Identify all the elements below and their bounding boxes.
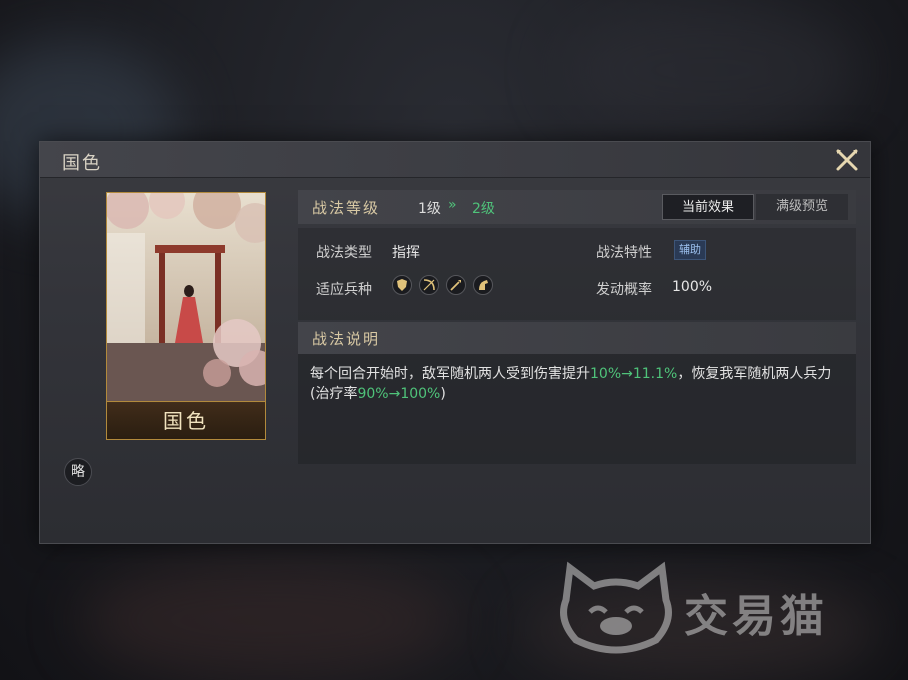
tab-max-preview[interactable]: 满级预览 (756, 194, 848, 220)
level-label: 战法等级 (312, 199, 381, 217)
horse-icon (473, 274, 493, 295)
troop-icons (392, 274, 500, 298)
type-label: 战法类型 (316, 245, 372, 261)
card-name: 国色 (107, 401, 265, 439)
level-current: 1级 (418, 201, 441, 217)
info-panel: 战法类型 指挥 战法特性 辅助 适应兵种 发动概率 100% (298, 228, 856, 320)
cat-logo-icon (560, 561, 672, 654)
shield-icon (392, 274, 412, 295)
description-title: 战法说明 (312, 330, 381, 348)
strategy-badge: 略 (64, 458, 92, 486)
watermark-text: 交易猫 (684, 591, 828, 642)
description-header: 战法说明 (298, 322, 856, 354)
damage-range: 10%→11.1% (590, 366, 678, 382)
description-text: 每个回合开始时，敌军随机两人受到伤害提升10%→11.1%，恢复我军随机两人兵力… (310, 364, 840, 404)
troop-label: 适应兵种 (316, 282, 372, 298)
trait-badge: 辅助 (674, 240, 706, 260)
watermark: 交易猫 (556, 560, 886, 660)
description-body: 每个回合开始时，敌军随机两人受到伤害提升10%→11.1%，恢复我军随机两人兵力… (298, 354, 856, 464)
level-next: 2级 (472, 201, 495, 217)
level-panel: 战法等级 1级 » 2级 当前效果 满级预览 (298, 190, 856, 224)
title-bar: 国色 (40, 142, 870, 178)
rate-label: 发动概率 (596, 282, 652, 298)
card-art (107, 193, 265, 403)
dialog-title: 国色 (62, 153, 102, 174)
close-icon (836, 149, 858, 171)
type-value: 指挥 (392, 245, 420, 261)
bow-icon (419, 274, 439, 295)
level-arrow-icon: » (448, 197, 457, 213)
desc-part-c: ) (440, 386, 446, 402)
skill-card: 国色 (106, 192, 266, 440)
desc-part-a: 每个回合开始时，敌军随机两人受到伤害提升 (310, 366, 590, 382)
trait-label: 战法特性 (596, 245, 652, 261)
heal-range: 90%→100% (357, 386, 441, 402)
tab-current-effect[interactable]: 当前效果 (662, 194, 754, 220)
spear-icon (446, 274, 466, 295)
rate-value: 100% (672, 279, 713, 295)
skill-dialog: 国色 国色 略 战法等级 1级 » 2级 当前效果 满级预览 战法类型 指挥 战… (39, 141, 871, 544)
close-button[interactable] (834, 147, 860, 173)
